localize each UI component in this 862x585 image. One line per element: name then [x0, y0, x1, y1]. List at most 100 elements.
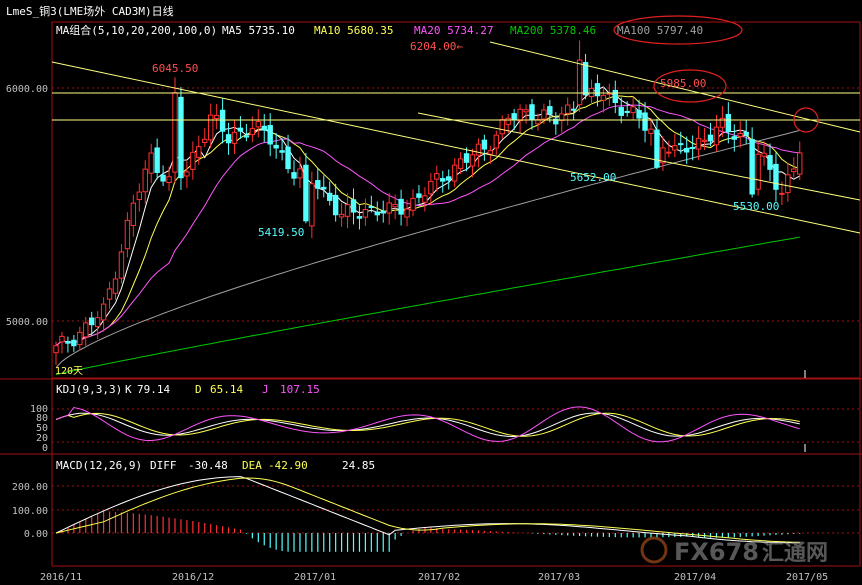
candle-body — [237, 127, 244, 132]
candle-body — [565, 104, 571, 114]
candle-body — [654, 129, 660, 168]
candle-body — [463, 153, 470, 163]
ma20-legend: MA20 5734.27 — [414, 24, 493, 37]
x-tick-2017-02: 2017/02 — [418, 572, 460, 583]
candle-body — [65, 340, 71, 344]
annotation-120-days: 120天 — [55, 366, 83, 377]
kdj-j-value: 107.15 — [280, 383, 320, 396]
candle-body — [672, 145, 678, 151]
candle-body — [446, 176, 452, 181]
macd-diff-value: -30.48 — [188, 459, 228, 472]
candle-body — [309, 183, 315, 227]
candle-body — [285, 146, 291, 170]
candle-body — [612, 89, 618, 103]
candle-body — [416, 193, 422, 198]
candle-body — [392, 203, 398, 208]
candle-body — [648, 128, 654, 134]
candle-body — [344, 204, 351, 217]
candle-body — [303, 164, 309, 222]
candle-body — [600, 94, 607, 101]
candle-body — [457, 158, 464, 169]
candle-body — [297, 168, 303, 179]
candle-body — [89, 317, 95, 326]
candle-body — [386, 202, 392, 214]
candle-body — [184, 171, 190, 177]
candle-body — [112, 278, 119, 294]
macd-legend-label: MACD(12,26,9) — [56, 459, 142, 472]
candle-body — [321, 186, 327, 190]
candle-body — [725, 113, 732, 133]
candle-body — [261, 125, 267, 131]
candle-body — [731, 136, 737, 140]
candle-body — [213, 114, 220, 120]
ma5-legend: MA5 5735.10 — [222, 24, 295, 37]
macd-hist-value: 24.85 — [342, 459, 375, 472]
x-tick-2017-01: 2017/01 — [294, 572, 336, 583]
candle-body — [529, 104, 535, 121]
candle-body — [523, 109, 529, 113]
annotation-5652: 5652.00 — [570, 171, 616, 184]
candle-body — [511, 113, 517, 120]
kdj-j-label: J — [262, 383, 269, 396]
kdj-tick-0: 0 — [42, 443, 48, 454]
x-tick-2016-12: 2016/12 — [172, 572, 214, 583]
candle-body — [350, 199, 357, 213]
macd-tick-100: 100.00 — [12, 506, 48, 517]
annotation-5985: 5985.00 — [660, 77, 706, 90]
macd-tick-0: 0.00 — [24, 529, 48, 540]
macd-dea-label: DEA — [242, 459, 262, 472]
annotation-5530: 5530.00 — [733, 200, 779, 213]
candle-body — [624, 110, 630, 113]
candle-body — [481, 139, 488, 150]
ma200-legend: MA200 5378.46 — [510, 24, 596, 37]
macd-diff-label: DIFF — [150, 459, 177, 472]
x-tick-2017-05: 2017/05 — [786, 572, 828, 583]
candle — [178, 86, 184, 190]
candle-body — [231, 131, 238, 144]
candle-body — [118, 251, 125, 279]
candle-body — [124, 219, 131, 250]
candle-body — [100, 303, 107, 321]
candle-body — [505, 117, 511, 125]
candle-body — [136, 191, 143, 200]
candle-body — [53, 345, 59, 354]
candle-body — [761, 152, 767, 157]
candle-body — [493, 134, 500, 149]
candle-body — [208, 114, 214, 141]
kdj-k-value: 79.14 — [137, 383, 170, 396]
candle-body — [327, 192, 333, 201]
candle-body — [487, 150, 494, 155]
candle-body — [178, 96, 184, 179]
chart-title: LmeS_铜3(LME场外 CAD3M)日线 — [6, 4, 174, 18]
candle-body — [428, 180, 434, 195]
annotation-6045: 6045.50 — [152, 62, 198, 75]
candle-body — [582, 61, 589, 96]
kdj-k-label: K — [125, 383, 132, 396]
candle-body — [475, 143, 482, 156]
candle-body — [499, 119, 505, 135]
candle-body — [166, 176, 172, 183]
y-tick-6000: 6000.00 — [6, 84, 48, 95]
title-bar: LmeS_铜3(LME场外 CAD3M)日线 — [6, 4, 174, 18]
candle-body — [422, 195, 428, 203]
candle-body — [279, 150, 285, 153]
ma100-legend: MA100 5797.40 — [617, 24, 703, 37]
candle-body — [678, 143, 684, 146]
candle-body — [737, 133, 743, 137]
candle-body — [154, 147, 160, 173]
candle-body — [469, 154, 476, 167]
candle-body — [773, 163, 779, 190]
candle-body — [94, 317, 101, 328]
candle-body — [130, 202, 137, 226]
candle-body — [273, 144, 279, 149]
candle-body — [570, 108, 577, 111]
candle-body — [332, 195, 339, 216]
candle-body — [594, 83, 601, 97]
candle-body — [380, 210, 386, 214]
candle-body — [404, 208, 410, 218]
candle-body — [219, 109, 226, 132]
chart-canvas: LmeS_铜3(LME场外 CAD3M)日线 6000.00 5000.00 1… — [0, 0, 862, 585]
candle-body — [142, 168, 148, 193]
candle-body — [225, 134, 232, 144]
candle-body — [249, 128, 256, 136]
